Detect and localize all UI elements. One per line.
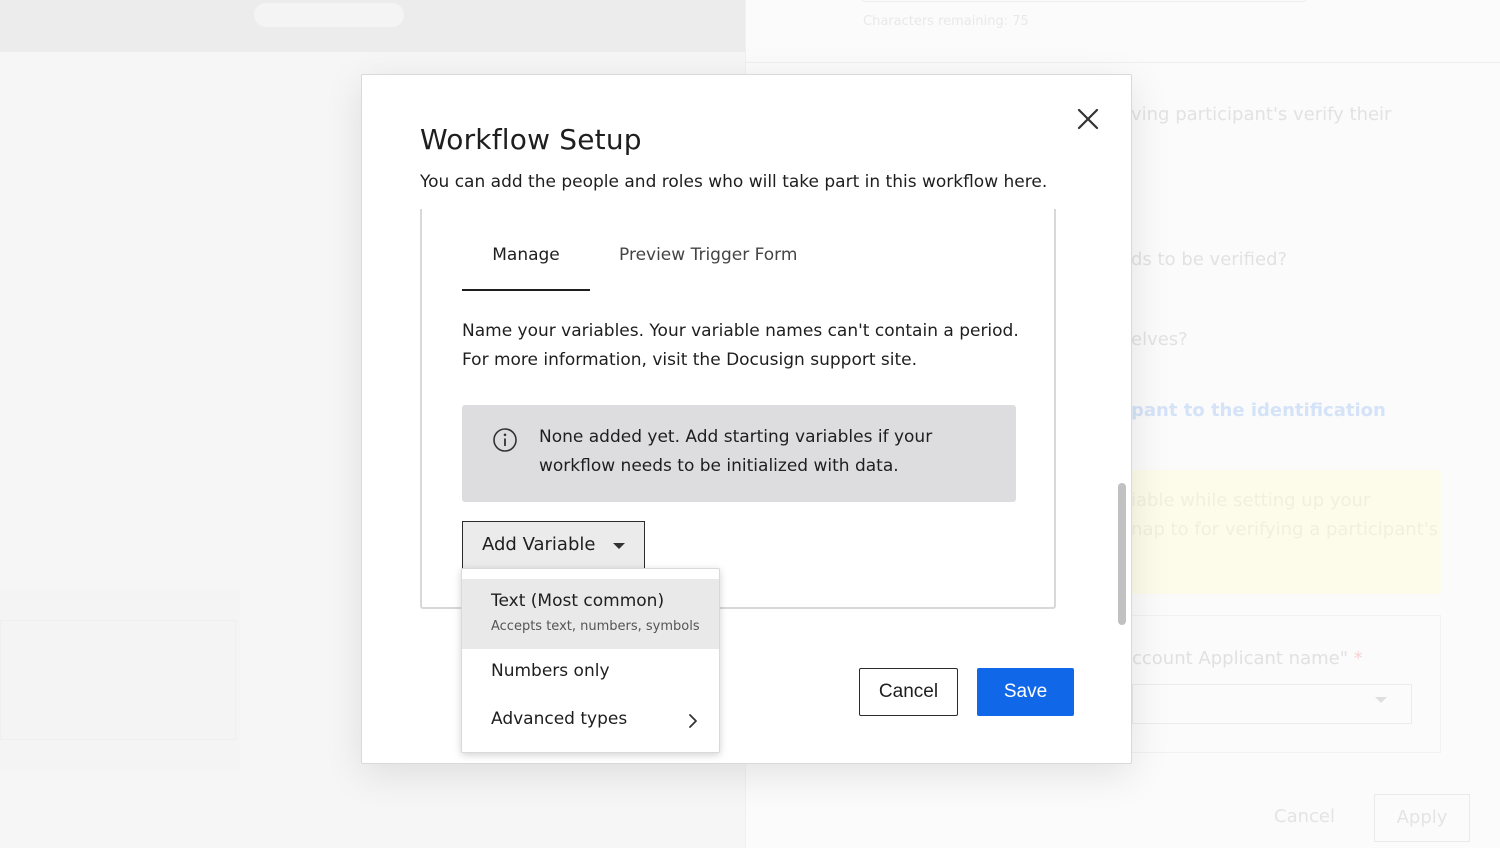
background-warning-line-2: nap to for verifying a participant's xyxy=(1131,519,1439,540)
background-warning-box: iable while setting up your nap to for v… xyxy=(1131,470,1441,594)
modal-scrollbar-thumb[interactable] xyxy=(1118,483,1126,625)
menu-item-text[interactable]: Text (Most common) Accepts text, numbers… xyxy=(462,579,719,649)
background-field-select xyxy=(1132,684,1412,724)
chevron-right-icon xyxy=(689,714,697,728)
modal-scroll-content: Manage Preview Trigger Form Name your va… xyxy=(420,209,1056,609)
tab-preview-label: Preview Trigger Form xyxy=(619,245,798,265)
tab-manage[interactable]: Manage xyxy=(462,239,590,291)
chevron-down-icon xyxy=(1375,697,1387,703)
background-left-card xyxy=(0,590,240,770)
background-question-3: elves? xyxy=(1131,329,1188,350)
background-warning-line-1: iable while setting up your xyxy=(1131,490,1371,511)
menu-item-numbers-only[interactable]: Numbers only xyxy=(462,649,719,697)
background-left-card-inner xyxy=(0,620,236,740)
background-link: pant to the identification xyxy=(1131,400,1386,421)
add-variable-label: Add Variable xyxy=(482,534,596,555)
background-question-2: ds to be verified? xyxy=(1131,249,1288,270)
background-question-1: ving participant's verify their xyxy=(1131,104,1392,125)
background-divider xyxy=(746,62,1500,63)
background-field-card: ccount Applicant name" * xyxy=(1131,615,1441,753)
modal-title: Workflow Setup xyxy=(420,123,642,156)
save-button[interactable]: Save xyxy=(977,668,1074,716)
menu-item-advanced-label: Advanced types xyxy=(491,709,628,729)
tab-manage-label: Manage xyxy=(492,245,560,265)
background-top-bar xyxy=(0,0,745,52)
background-cancel-button: Cancel xyxy=(1274,806,1335,827)
menu-item-numbers-label: Numbers only xyxy=(491,661,610,681)
modal-subtitle: You can add the people and roles who wil… xyxy=(420,172,1048,192)
background-field-label: ccount Applicant name" * xyxy=(1132,648,1363,669)
add-variable-dropdown: Text (Most common) Accepts text, numbers… xyxy=(461,568,720,753)
background-apply-button: Apply xyxy=(1374,794,1470,842)
menu-item-text-label: Text (Most common) xyxy=(491,591,665,611)
menu-item-text-sublabel: Accepts text, numbers, symbols xyxy=(491,619,700,634)
background-field-label-text: ccount Applicant name" xyxy=(1132,648,1349,669)
info-banner: None added yet. Add starting variables i… xyxy=(462,405,1016,502)
background-pill xyxy=(254,3,404,27)
info-banner-text: None added yet. Add starting variables i… xyxy=(539,427,933,476)
close-icon xyxy=(1077,108,1099,130)
close-button[interactable] xyxy=(1072,103,1104,135)
tab-preview-trigger-form[interactable]: Preview Trigger Form xyxy=(619,239,797,289)
info-icon xyxy=(493,428,517,452)
background-required-star: * xyxy=(1353,648,1363,669)
background-input xyxy=(861,0,1307,2)
variables-description: Name your variables. Your variable names… xyxy=(462,321,1019,370)
add-variable-button[interactable]: Add Variable xyxy=(462,521,645,569)
cancel-button[interactable]: Cancel xyxy=(859,668,958,716)
background-characters-remaining: Characters remaining: 75 xyxy=(863,14,1029,29)
active-tab-indicator xyxy=(462,289,590,291)
caret-down-icon xyxy=(613,543,625,549)
menu-item-advanced-types[interactable]: Advanced types xyxy=(462,697,719,745)
